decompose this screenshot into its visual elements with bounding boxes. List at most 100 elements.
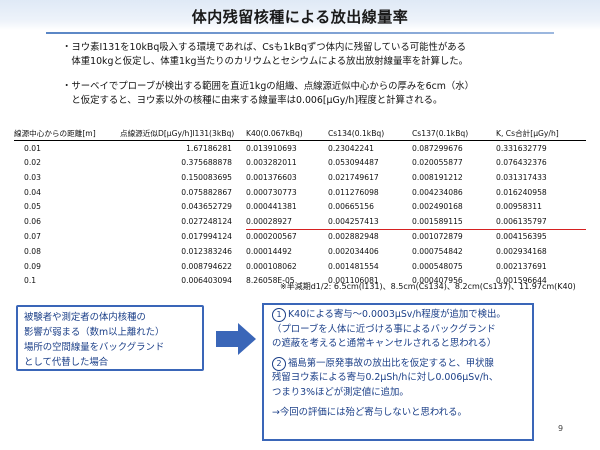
cell-i131: 0.006403094	[181, 276, 232, 286]
cell-total: 0.004156395	[496, 232, 547, 242]
cell-i131: 0.375688878	[181, 158, 232, 168]
cell-k40: 0.000108062	[246, 261, 297, 271]
cell-i131: 0.012383246	[181, 246, 232, 256]
header-k40: K40(0.067kBq)	[246, 127, 328, 141]
cell-i131: 0.017994124	[181, 232, 232, 242]
bullet-1-line-2: 体重10kgと仮定し、体重1kg当たりのカリウムとセシウムによる放出放射線量率を…	[62, 56, 469, 67]
cell-k40: 0.001376603	[246, 172, 297, 182]
result-item-2-line-2: 残留ヨウ素による寄与0.2μSh/hに対し0.006μSv/h、	[272, 372, 499, 384]
cell-cs134: 0.053094487	[328, 158, 379, 168]
cell-distance: 0.06	[24, 217, 41, 227]
header-distance: 線源中心からの距離[m]	[14, 127, 120, 141]
cell-k40: 0.000730773	[246, 187, 297, 197]
cell-total: 0.076432376	[496, 158, 547, 168]
cell-cs134: 0.011276098	[328, 187, 379, 197]
cell-distance: 0.03	[24, 172, 41, 182]
table-row: 0.08 0.012383246 0.00014492 0.002034406 0.00…	[14, 244, 586, 259]
left-box-line-2: 影響が弱まる（数m以上離れた）	[24, 327, 165, 338]
cell-cs137: 0.000548075	[412, 261, 463, 271]
header-cs137: Cs137(0.1kBq)	[412, 127, 496, 141]
cell-distance: 0.02	[24, 158, 41, 168]
cell-total: 0.002934168	[496, 246, 547, 256]
cell-cs137: 0.000754842	[412, 246, 463, 256]
cell-cs137: 0.001072879	[412, 232, 463, 242]
result-item-1-line-3: の遮蔽を考えると通常キャンセルされると思われる）	[272, 338, 497, 350]
result-item-2-line-1: 福島第一原発事故の放出比を仮定すると、甲状腺	[288, 357, 494, 369]
cell-distance: 0.04	[24, 187, 41, 197]
cell-distance: 0.01	[24, 143, 41, 153]
right-arrow-icon	[216, 323, 256, 355]
cell-total: 0.031317433	[496, 172, 547, 182]
cell-distance: 0.05	[24, 202, 41, 212]
bullet-2: ・サーベイでプローブが検出する範囲を直近1kgの組織、点線源近似中心からの厚みを…	[62, 80, 562, 108]
cell-i131: 0.075882867	[181, 187, 232, 197]
left-box-line-1: 被験者や測定者の体内核種の	[24, 312, 146, 323]
table-row: 0.07 0.017994124 0.000200567 0.002882948 0.0…	[14, 229, 586, 244]
cell-cs134: 0.002882948	[328, 232, 379, 242]
cell-cs137: 0.087299676	[412, 143, 463, 153]
table-row: 0.04 0.075882867 0.000730773 0.011276098 0.0…	[14, 185, 586, 200]
result-item-1-line-1: K40による寄与～0.0003μSv/h程度が追加で検出。	[288, 309, 506, 320]
cell-i131: 1.67186281	[186, 143, 232, 153]
table-row: 0.06 0.027248124 0.00028927 0.004257413 0.00…	[14, 213, 586, 230]
cell-distance: 0.08	[24, 246, 41, 256]
cell-cs137: 0.002490168	[412, 202, 463, 212]
half-life-note: ※半減期d1/2: 6.5cm(I131)、8.5cm(Cs134)、8.2cm…	[280, 282, 576, 291]
cell-i131: 0.150083695	[181, 172, 232, 182]
cell-i131: 0.027248124	[181, 217, 232, 227]
page-number: 9	[558, 424, 564, 433]
cell-cs137: 0.008191212	[412, 172, 463, 182]
conclusion-text: →今回の評価には殆ど寄与しないと思われる。	[272, 406, 467, 418]
cell-cs134: 0.00665156	[328, 202, 374, 212]
cell-distance: 0.1	[24, 276, 37, 286]
cell-i131: 0.043652729	[181, 202, 232, 212]
left-box-line-4: として代替した場合	[24, 357, 109, 368]
circled-number-1: 1	[272, 308, 286, 322]
left-box-line-3: 場所の空間線量をバックグランド	[24, 342, 165, 353]
header-cs134: Cs134(0.1kBq)	[328, 127, 412, 141]
bullet-1-line-1: ・ヨウ素I131を10kBq吸入する環境であれば、Csも1kBqずつ体内に残留し…	[62, 42, 466, 53]
bullet-2-line-1: ・サーベイでプローブが検出する範囲を直近1kgの組織、点線源近似中心からの厚みを…	[62, 81, 475, 92]
cell-total: 0.00958311	[496, 202, 542, 212]
cell-k40: 0.00028927	[246, 213, 328, 230]
cell-cs134: 0.001481554	[328, 261, 379, 271]
bullet-2-line-2: と仮定すると、ヨウ素以外の核種に由来する線量率は0.006[μGy/h]程度と計…	[62, 95, 443, 106]
result-item-2-line-3: つまり3%ほどが測定値に追加。	[272, 386, 409, 398]
cell-cs134: 0.004257413	[328, 213, 412, 230]
page-title: 体内残留核種による放出線量率	[191, 8, 409, 26]
result-item-2: 2 福島第一原発事故の放出比を仮定すると、甲状腺 残留ヨウ素による寄与0.2μSh…	[272, 356, 526, 401]
table-row: 0.02 0.375688878 0.003282011 0.053094487 0.0…	[14, 156, 586, 171]
result-box: 1 K40による寄与～0.0003μSv/h程度が追加で検出。 （プローブを人体に…	[262, 303, 534, 441]
cell-cs134: 0.002034406	[328, 246, 379, 256]
dose-rate-table: 線源中心からの距離[m] 点線源近似D[μGy/h]I131(3kBq) K40…	[14, 127, 586, 288]
cell-k40: 0.000200567	[246, 232, 297, 242]
header-total: K, Cs合計[μGy/h]	[496, 127, 586, 141]
cell-cs137: 0.004234086	[412, 187, 463, 197]
title-underline	[46, 32, 554, 34]
cell-distance: 0.07	[24, 232, 41, 242]
background-condition-box: 被験者や測定者の体内核種の 影響が弱まる（数m以上離れた） 場所の空間線量をバッ…	[16, 305, 204, 371]
cell-total: 0.002137691	[496, 261, 547, 271]
result-item-1: 1 K40による寄与～0.0003μSv/h程度が追加で検出。 （プローブを人体に…	[272, 308, 526, 352]
result-item-1-line-2: （プローブを人体に近づける事によるバックグランド	[272, 323, 496, 335]
table-row: 0.05 0.043652729 0.000441381 0.00665156 0.00…	[14, 199, 586, 214]
cell-distance: 0.09	[24, 261, 41, 271]
cell-cs134: 0.23042241	[328, 143, 374, 153]
circled-number-2: 2	[272, 356, 286, 371]
cell-i131: 0.008794622	[181, 261, 232, 271]
cell-total: 0.016240958	[496, 187, 547, 197]
table-row: 0.03 0.150083695 0.001376603 0.021749617 0.0…	[14, 170, 586, 185]
cell-k40: 0.00014492	[246, 246, 292, 256]
cell-k40: 0.003282011	[246, 158, 297, 168]
cell-total: 0.006135797	[496, 213, 586, 230]
cell-cs137: 0.001589115	[412, 213, 496, 230]
bullet-1: ・ヨウ素I131を10kBq吸入する環境であれば、Csも1kBqずつ体内に残留し…	[62, 41, 562, 69]
table-header-row: 線源中心からの距離[m] 点線源近似D[μGy/h]I131(3kBq) K40…	[14, 127, 586, 141]
cell-k40: 0.013910693	[246, 143, 297, 153]
cell-cs137: 0.020055877	[412, 158, 463, 168]
cell-k40: 0.000441381	[246, 202, 297, 212]
cell-total: 0.331632779	[496, 143, 547, 153]
cell-cs134: 0.021749617	[328, 172, 379, 182]
table-row: 0.01 1.67186281 0.013910693 0.23042241 0.087…	[14, 141, 586, 156]
table-row: 0.09 0.008794622 0.000108062 0.001481554 0.0…	[14, 259, 586, 274]
